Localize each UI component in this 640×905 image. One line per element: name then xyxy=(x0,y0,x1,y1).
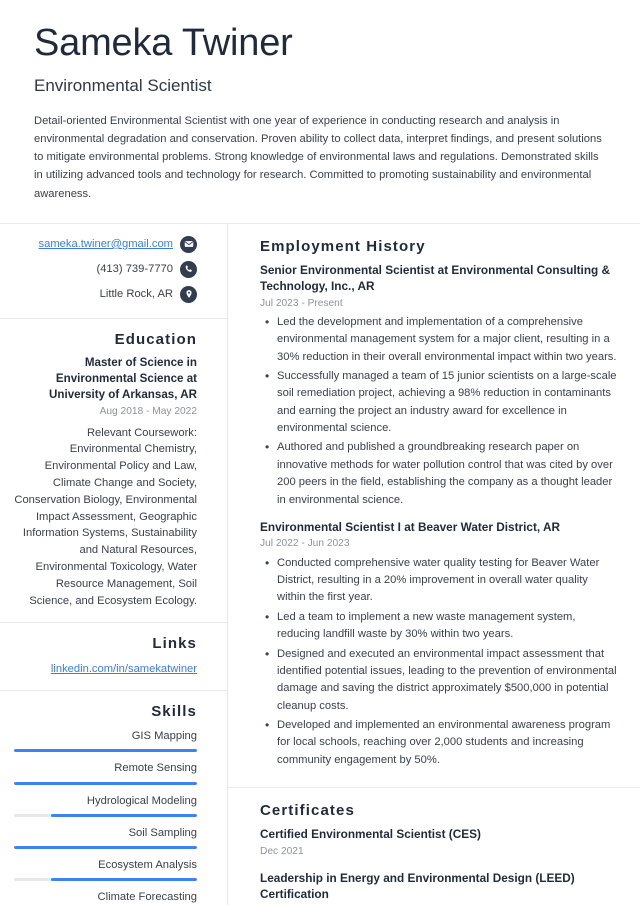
education-description: Relevant Coursework: Environmental Chemi… xyxy=(14,426,197,607)
employment-entry: Senior Environmental Scientist at Enviro… xyxy=(260,262,618,509)
skill-fill xyxy=(14,845,197,849)
skill-item: Soil Sampling xyxy=(14,826,197,849)
resume-body: sameka.twiner@gmail.com (413) 739-7770 L… xyxy=(0,223,640,905)
email-link[interactable]: sameka.twiner@gmail.com xyxy=(39,237,173,252)
contact-phone-row[interactable]: (413) 739-7770 xyxy=(14,260,197,278)
linkedin-link[interactable]: linkedin.com/in/samekatwiner xyxy=(51,663,197,675)
education-block: Education Master of Science in Environme… xyxy=(0,319,227,624)
employment-block: Employment History Senior Environmental … xyxy=(228,224,640,789)
skill-track xyxy=(14,781,197,785)
job-entry-date: Jul 2023 - Present xyxy=(260,297,343,309)
education-date: Aug 2018 - May 2022 xyxy=(99,406,197,418)
sidebar: sameka.twiner@gmail.com (413) 739-7770 L… xyxy=(0,223,228,905)
job-bullets: Conducted comprehensive water quality te… xyxy=(260,554,618,769)
skills-block: Skills GIS Mapping Remote Sensing Hydrol… xyxy=(0,691,227,905)
contact-block: sameka.twiner@gmail.com (413) 739-7770 L… xyxy=(0,224,227,319)
job-bullet: Successfully managed a team of 15 junior… xyxy=(265,367,618,437)
skill-track xyxy=(14,877,197,881)
skill-track xyxy=(14,749,197,753)
skill-label: Ecosystem Analysis xyxy=(98,858,197,871)
links-block: Links linkedin.com/in/samekatwiner xyxy=(0,623,227,692)
skill-item: GIS Mapping xyxy=(14,729,197,753)
skill-label: Climate Forecasting xyxy=(97,890,197,903)
job-entry-date: Jul 2022 - Jun 2023 xyxy=(260,538,350,550)
skill-fill xyxy=(14,749,197,753)
map-pin-icon xyxy=(180,285,197,303)
skill-fill xyxy=(50,877,197,881)
certificate-item: Certified Environmental Scientist (CES) … xyxy=(260,826,618,859)
skill-label: Soil Sampling xyxy=(128,826,197,839)
links-heading: Links xyxy=(152,635,197,653)
job-bullets: Led the development and implementation o… xyxy=(260,313,618,509)
skill-fill xyxy=(14,781,197,785)
skill-fill xyxy=(50,813,197,817)
certificate-date: Dec 2021 xyxy=(260,845,304,857)
job-bullet: Developed and implemented an environment… xyxy=(265,716,618,769)
education-heading: Education xyxy=(114,330,197,348)
link-item[interactable]: linkedin.com/in/samekatwiner xyxy=(14,659,197,677)
certificate-name: Certified Environmental Scientist (CES) xyxy=(260,827,481,842)
phone-icon xyxy=(180,260,197,278)
profile-summary: Detail-oriented Environmental Scientist … xyxy=(34,114,602,200)
job-bullet: Authored and published a groundbreaking … xyxy=(265,438,618,508)
certificate-name: Leadership in Energy and Environmental D… xyxy=(260,870,575,902)
contact-email-row[interactable]: sameka.twiner@gmail.com xyxy=(14,235,197,253)
job-bullet: Conducted comprehensive water quality te… xyxy=(265,554,618,607)
certificates-heading: Certificates xyxy=(260,802,355,820)
certificate-item: Leadership in Energy and Environmental D… xyxy=(260,870,618,905)
job-bullet: Led a team to implement a new waste mana… xyxy=(265,608,618,644)
location-value: Little Rock, AR xyxy=(99,287,173,300)
skill-item: Hydrological Modeling xyxy=(14,794,197,817)
phone-value: (413) 739-7770 xyxy=(96,262,173,275)
resume-page: Sameka Twiner Environmental Scientist De… xyxy=(0,0,640,905)
job-entry-title: Senior Environmental Scientist at Enviro… xyxy=(260,262,611,294)
skill-track xyxy=(14,813,197,817)
employment-entry: Environmental Scientist I at Beaver Wate… xyxy=(260,519,618,769)
skill-track xyxy=(14,845,197,849)
skill-label: Remote Sensing xyxy=(114,762,197,775)
job-bullet: Led the development and implementation o… xyxy=(265,313,618,366)
skill-item: Remote Sensing xyxy=(14,761,197,785)
employment-heading: Employment History xyxy=(260,237,426,255)
skill-item: Climate Forecasting xyxy=(14,890,197,905)
job-bullet: Designed and executed an environmental i… xyxy=(265,645,618,715)
envelope-icon xyxy=(180,235,197,253)
certificates-block: Certificates Certified Environmental Sci… xyxy=(228,788,640,905)
skill-label: Hydrological Modeling xyxy=(86,794,197,807)
job-title: Environmental Scientist xyxy=(34,75,212,95)
job-entry-title: Environmental Scientist I at Beaver Wate… xyxy=(260,519,561,534)
resume-header: Sameka Twiner Environmental Scientist De… xyxy=(0,0,640,223)
education-degree: Master of Science in Environmental Scien… xyxy=(49,355,197,402)
contact-location-row: Little Rock, AR xyxy=(14,285,197,303)
skills-heading: Skills xyxy=(151,703,197,721)
skill-item: Ecosystem Analysis xyxy=(14,858,197,881)
main-column: Employment History Senior Environmental … xyxy=(228,224,640,905)
page-title: Sameka Twiner xyxy=(34,22,293,64)
skill-label: GIS Mapping xyxy=(131,730,197,743)
